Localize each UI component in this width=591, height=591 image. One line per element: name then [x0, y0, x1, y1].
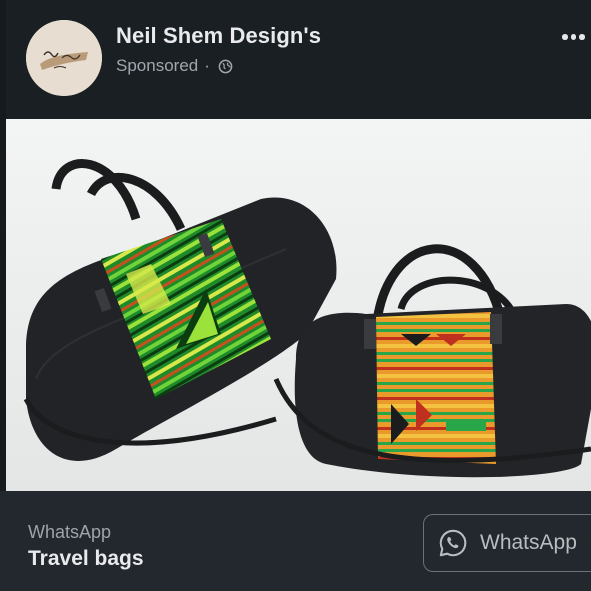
post-meta: Sponsored ·: [116, 56, 233, 76]
logo-icon: [26, 20, 102, 96]
page-avatar[interactable]: [26, 20, 102, 96]
more-options-icon: [562, 34, 568, 40]
sponsored-label[interactable]: Sponsored: [116, 56, 198, 76]
meta-separator: ·: [204, 56, 210, 75]
more-options-button[interactable]: [562, 28, 591, 46]
globe-icon: [218, 59, 233, 73]
cta-label: WhatsApp: [480, 531, 577, 554]
post-header: Neil Shem Design's Sponsored ·: [0, 0, 591, 119]
page-name[interactable]: Neil Shem Design's: [116, 23, 321, 49]
travel-bags-image: [6, 119, 591, 491]
whatsapp-cta-button[interactable]: WhatsApp: [423, 514, 591, 572]
ad-image[interactable]: [6, 119, 591, 491]
sponsored-post: Neil Shem Design's Sponsored · WhatsApp …: [0, 0, 591, 591]
ad-title[interactable]: Travel bags: [28, 547, 144, 571]
whatsapp-icon: [439, 529, 467, 557]
ad-source: WhatsApp: [28, 522, 112, 542]
